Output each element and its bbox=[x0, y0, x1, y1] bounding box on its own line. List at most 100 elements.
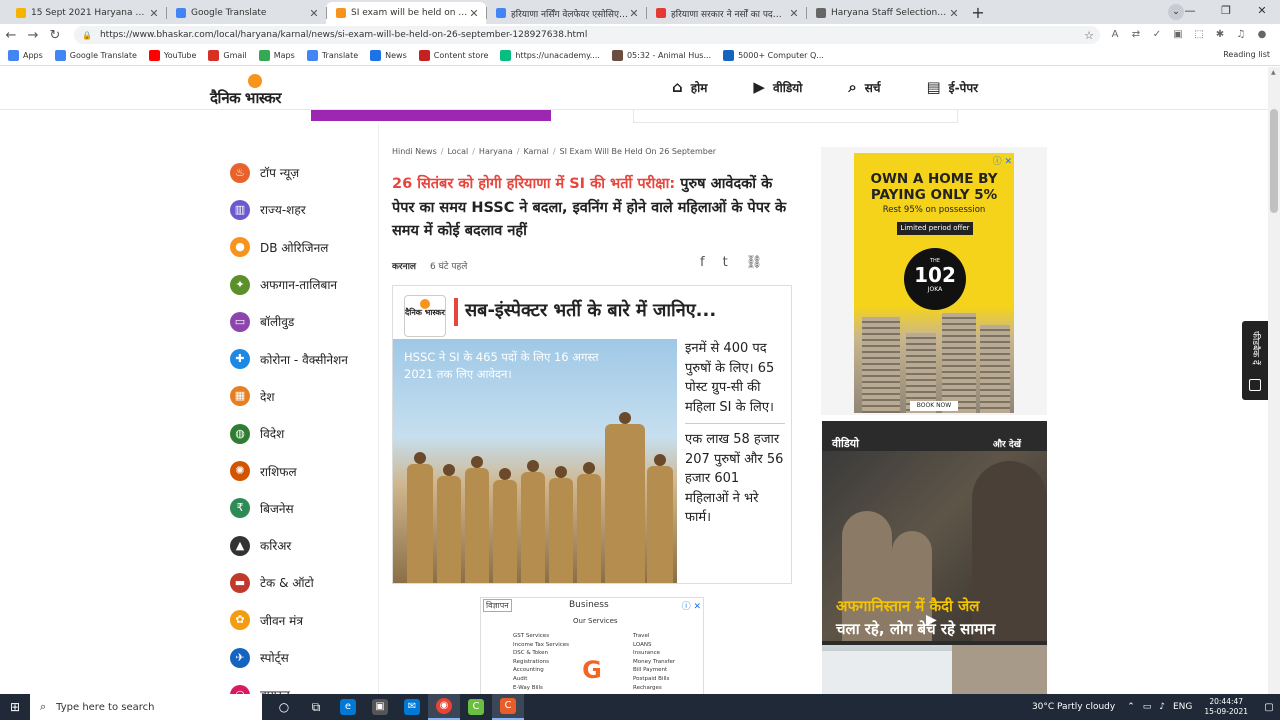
sidebar-item[interactable]: ▬ टेक & ऑटो bbox=[228, 564, 378, 601]
media-icon[interactable]: ♫ bbox=[1234, 28, 1248, 42]
scroll-up-icon[interactable]: ▲ bbox=[1271, 69, 1276, 76]
language-indicator[interactable]: ENG bbox=[1173, 702, 1192, 712]
camtasia-icon[interactable]: C bbox=[460, 694, 492, 720]
tab-close-icon[interactable]: ✕ bbox=[628, 7, 640, 20]
sidebar-item[interactable]: ✦ अफगान-तालिबान bbox=[228, 266, 378, 303]
twitter-share-icon[interactable]: t bbox=[723, 255, 728, 270]
business-ad[interactable]: विज्ञापन Business ⓘ ✕ Our Services GST S… bbox=[480, 597, 704, 697]
sidebar-item[interactable]: ▭ बॉलीवुड bbox=[228, 303, 378, 340]
sidebar-item[interactable]: ✚ कोरोना - वैक्सीनेशन bbox=[228, 340, 378, 377]
book-now-button[interactable]: BOOK NOW bbox=[910, 401, 958, 411]
bookmark-item[interactable]: News bbox=[370, 50, 407, 61]
browser-tab[interactable]: हरियाणा सरकार ने नर्सों का पदनाम बद ✕ bbox=[646, 2, 806, 24]
store-icon[interactable]: ▣ bbox=[364, 694, 396, 720]
forward-icon[interactable]: → bbox=[22, 28, 44, 43]
breadcrumb-item[interactable]: Karnal bbox=[523, 147, 548, 156]
tab-close-icon[interactable]: ✕ bbox=[148, 7, 160, 20]
check-ext-icon[interactable]: ✓ bbox=[1150, 28, 1164, 42]
clock[interactable]: 20:44:47 15-09-2021 bbox=[1204, 697, 1248, 717]
bookmark-item[interactable]: Translate bbox=[306, 50, 358, 61]
reload-icon[interactable]: ↻ bbox=[44, 28, 66, 43]
screenshot-ext-icon[interactable]: ▣ bbox=[1171, 28, 1185, 42]
nav-item-home[interactable]: ⌂ होम bbox=[672, 78, 707, 96]
browser-tab[interactable]: Google Translate ✕ bbox=[166, 2, 326, 24]
sidebar-item[interactable]: ✈ स्पोर्ट्स bbox=[228, 639, 378, 676]
edge-icon[interactable]: e bbox=[332, 694, 364, 720]
minimize-icon[interactable]: — bbox=[1172, 0, 1208, 22]
bookmark-item[interactable]: Gmail bbox=[208, 50, 247, 61]
facebook-share-icon[interactable]: f bbox=[700, 255, 705, 270]
bookmark-item[interactable]: Content store bbox=[418, 50, 488, 61]
scrollbar-thumb[interactable] bbox=[1270, 109, 1278, 213]
profile-avatar[interactable]: ● bbox=[1255, 28, 1269, 42]
task-view-icon[interactable]: ⧉ bbox=[300, 694, 332, 720]
video-card[interactable]: वीडियो और देखें अफगानिस्तान में कैदी जेल… bbox=[822, 421, 1047, 694]
browser-tab[interactable]: 15 Sept 2021 Haryana Current Af✕ bbox=[6, 2, 166, 24]
tab-close-icon[interactable]: ✕ bbox=[308, 7, 320, 20]
copy-link-icon[interactable]: ⛓ bbox=[746, 255, 763, 270]
bookmark-item[interactable]: Maps bbox=[258, 50, 295, 61]
site-logo[interactable]: दैनिक भास्कर bbox=[210, 70, 306, 110]
maximize-icon[interactable]: ❐ bbox=[1208, 0, 1244, 22]
tab-close-icon[interactable]: ✕ bbox=[468, 7, 480, 20]
address-bar[interactable]: 🔒 https://www.bhaskar.com/local/haryana/… bbox=[74, 26, 1100, 44]
next-video-thumbnail[interactable] bbox=[822, 645, 1047, 694]
volume-icon[interactable]: ♪ bbox=[1159, 702, 1165, 712]
bookmark-item[interactable]: 05:32 - Animal Hus... bbox=[611, 50, 711, 61]
sidebar-item[interactable]: ▥ राज्य-शहर bbox=[228, 191, 378, 228]
reading-list[interactable]: Reading list bbox=[1223, 50, 1270, 59]
nav-item-search[interactable]: ⌕ सर्च bbox=[848, 78, 880, 96]
bookmark-item[interactable]: https://unacademy.... bbox=[500, 50, 600, 61]
taskbar-search[interactable]: ⌕ Type here to search bbox=[30, 694, 262, 720]
browser-tab[interactable]: Haryana Staff Selection Commissi✕ bbox=[806, 2, 966, 24]
sidebar-item[interactable]: ● DB ओरिजिनल bbox=[228, 229, 378, 266]
recorder-icon[interactable]: C bbox=[492, 694, 524, 720]
translate-ext-icon[interactable]: ⇄ bbox=[1129, 28, 1143, 42]
menu-dots-icon[interactable]: ⋮ bbox=[1276, 28, 1280, 42]
page-scrollbar[interactable]: ▲ bbox=[1268, 67, 1280, 694]
sidebar-item[interactable]: ▦ देश bbox=[228, 378, 378, 415]
weather-widget[interactable]: 30°C Partly cloudy bbox=[1032, 702, 1115, 712]
play-icon[interactable]: ▶ bbox=[926, 612, 937, 628]
article-city[interactable]: करनाल bbox=[392, 259, 416, 272]
tray-chevron-icon[interactable]: ⌃ bbox=[1127, 702, 1135, 712]
extension-icon[interactable]: ⬚ bbox=[1192, 28, 1206, 42]
cortana-icon[interactable]: ○ bbox=[268, 694, 300, 720]
nav-item-video[interactable]: ▶ वीडियो bbox=[753, 78, 802, 96]
new-tab-button[interactable]: + bbox=[966, 2, 990, 24]
windows-start-icon[interactable]: ⊞ bbox=[0, 700, 30, 714]
bookmark-item[interactable]: YouTube bbox=[148, 50, 196, 61]
sidebar-item[interactable]: ▲ करिअर bbox=[228, 527, 378, 564]
sidebar-item[interactable]: ₹ बिजनेस bbox=[228, 490, 378, 527]
tab-close-icon[interactable]: ✕ bbox=[948, 7, 960, 20]
bookmark-item[interactable]: Google Translate bbox=[54, 50, 137, 61]
breadcrumb-item[interactable]: Haryana bbox=[479, 147, 513, 156]
ad-close-icon[interactable]: ⓘ ✕ bbox=[993, 154, 1012, 167]
browser-tab[interactable]: SI exam will be held on 26 Septe✕ bbox=[326, 2, 486, 24]
breadcrumb-item[interactable]: Local bbox=[447, 147, 468, 156]
tab-close-icon[interactable]: ✕ bbox=[788, 7, 800, 20]
sidebar-item[interactable]: ♨ टॉप न्यूज़ bbox=[228, 154, 378, 191]
browser-tab[interactable]: हरियाणा नर्सिंग वेलफेयर एसोसिएशन ✕ bbox=[486, 2, 646, 24]
sidebar-item[interactable]: ◍ विदेश bbox=[228, 415, 378, 452]
video-see-more-link[interactable]: और देखें bbox=[993, 437, 1021, 450]
feedback-tab[interactable]: फीडबैक दें bbox=[1242, 321, 1268, 400]
back-icon[interactable]: ← bbox=[0, 28, 22, 43]
bookmark-item[interactable]: Apps bbox=[8, 50, 43, 61]
nav-item-epaper[interactable]: ▤ ई-पेपर bbox=[926, 78, 978, 96]
puzzle-icon[interactable]: ✱ bbox=[1213, 28, 1227, 42]
real-estate-ad[interactable]: ⓘ ✕ OWN A HOME BY PAYING ONLY 5% Rest 95… bbox=[854, 153, 1014, 413]
bookmark-star-icon[interactable]: ☆ bbox=[1084, 29, 1094, 42]
mail-icon[interactable]: ✉ bbox=[396, 694, 428, 720]
sidebar-item[interactable]: ✿ जीवन मंत्र bbox=[228, 602, 378, 639]
bookmark-item[interactable]: 5000+ Computer Q... bbox=[723, 50, 824, 61]
chrome-icon[interactable]: ◉ bbox=[428, 694, 460, 720]
extension-icon[interactable]: A bbox=[1108, 28, 1122, 42]
breadcrumb-item[interactable]: Hindi News bbox=[392, 147, 437, 156]
close-window-icon[interactable]: ✕ bbox=[1244, 0, 1280, 22]
top-strip-ad[interactable] bbox=[311, 110, 551, 121]
sidebar-item[interactable]: ✺ राशिफल bbox=[228, 452, 378, 489]
ad-close-icon[interactable]: ⓘ ✕ bbox=[682, 599, 701, 612]
network-icon[interactable]: ▭ bbox=[1143, 702, 1152, 712]
notifications-icon[interactable]: ▢ bbox=[1258, 702, 1280, 713]
